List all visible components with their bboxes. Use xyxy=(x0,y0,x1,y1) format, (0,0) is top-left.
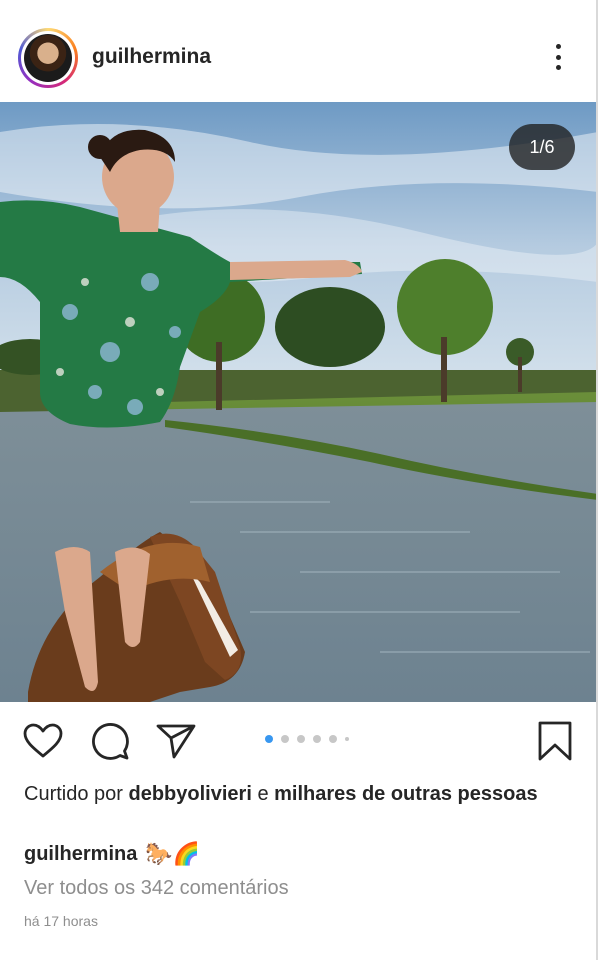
carousel-dot xyxy=(345,737,349,741)
post-header: guilhermina xyxy=(0,0,598,102)
heart-icon[interactable] xyxy=(22,720,64,762)
more-dot xyxy=(555,44,561,49)
carousel-dot xyxy=(297,735,305,743)
image-counter: 1/6 xyxy=(509,124,575,170)
likes-others-link[interactable]: milhares de outras pessoas xyxy=(274,783,537,805)
post-image[interactable] xyxy=(0,102,598,702)
post-caption: guilhermina 🐎🌈 xyxy=(24,840,202,868)
carousel-dot xyxy=(281,735,289,743)
bookmark-icon[interactable] xyxy=(534,720,576,762)
carousel-dot xyxy=(329,735,337,743)
carousel-dot-active xyxy=(265,735,273,743)
liker-username[interactable]: debbyolivieri xyxy=(129,783,252,805)
more-dot xyxy=(555,65,561,70)
post-timestamp: há 17 horas xyxy=(24,913,98,929)
post-username[interactable]: guilhermina xyxy=(92,45,211,69)
carousel-indicator xyxy=(265,734,349,744)
view-comments-link[interactable]: Ver todos os 342 comentários xyxy=(24,877,289,900)
avatar[interactable] xyxy=(24,34,72,82)
more-dot xyxy=(555,54,561,60)
likes-prefix: Curtido por xyxy=(24,783,123,805)
carousel-dot xyxy=(313,735,321,743)
more-icon[interactable] xyxy=(546,40,570,74)
caption-username[interactable]: guilhermina xyxy=(24,840,137,868)
comment-icon[interactable] xyxy=(89,720,131,762)
story-ring[interactable] xyxy=(18,28,78,88)
likes-summary: Curtido por debbyolivieri e milhares de … xyxy=(24,780,564,808)
likes-connector: e xyxy=(257,783,269,805)
caption-emoji: 🐎🌈 xyxy=(145,841,201,866)
avatar-border xyxy=(21,31,75,85)
send-icon[interactable] xyxy=(155,720,197,762)
